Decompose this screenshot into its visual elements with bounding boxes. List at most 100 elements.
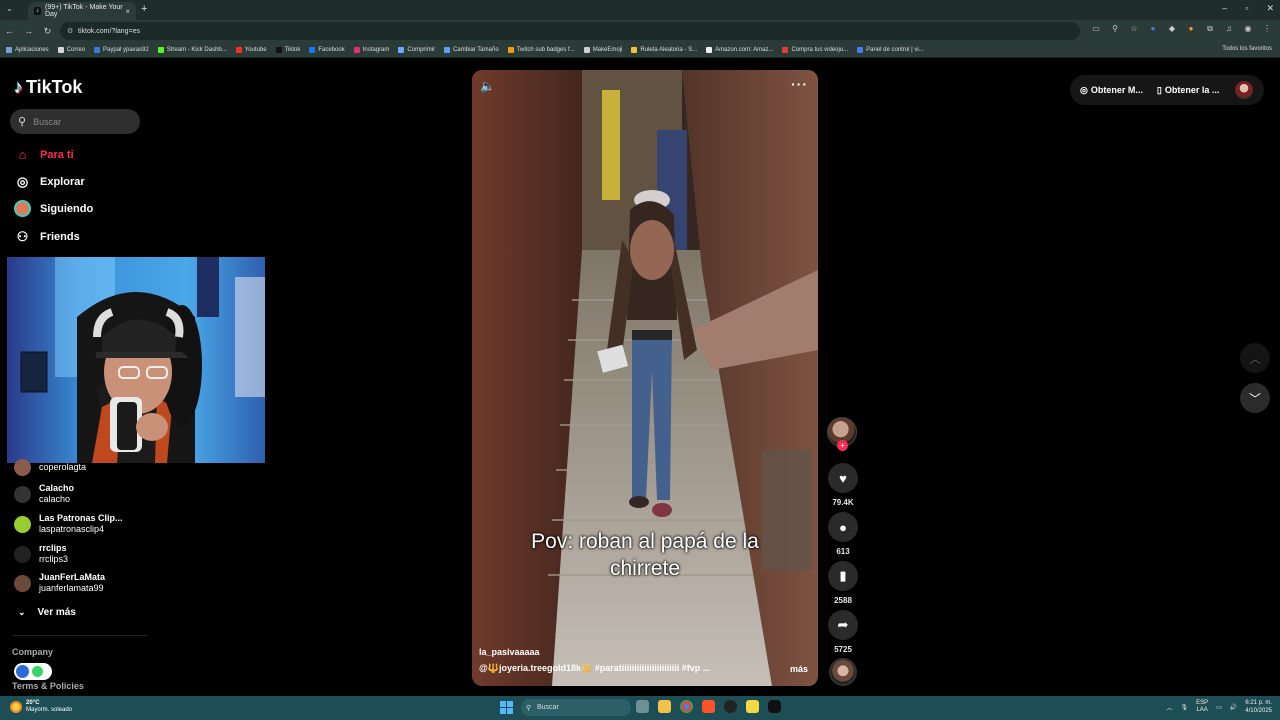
volume-tray-icon[interactable]: 🔊 — [1230, 704, 1237, 711]
comment-action[interactable]: ● 613 — [827, 512, 859, 556]
extensions-icon[interactable]: ⧉ — [1205, 24, 1215, 34]
bookmark-label: Compra tus videoju... — [791, 46, 849, 53]
app-icon[interactable] — [724, 700, 737, 713]
bookmark-star-icon[interactable]: ☆ — [1129, 24, 1139, 34]
task-view-icon[interactable] — [636, 700, 649, 713]
get-app-button[interactable]: ◎ Obtener M... — [1080, 85, 1143, 96]
new-tab-icon[interactable]: + — [141, 3, 147, 15]
share-action[interactable]: ➦ 5725 — [827, 610, 859, 654]
following-item[interactable]: JuanFerLaMata juanferlamata99 — [14, 572, 105, 594]
bookmark-item[interactable]: Correo — [57, 46, 85, 53]
address-bar[interactable]: ⚙ tiktok.com/?lang=es — [60, 22, 1080, 40]
tiktok-logo[interactable]: ♪ TikTok — [14, 77, 82, 98]
bookmark-item[interactable]: Panel de control | vi... — [857, 46, 924, 53]
get-mobile-app-button[interactable]: ▯ Obtener la ... — [1157, 85, 1219, 96]
close-tab-icon[interactable]: × — [125, 7, 130, 16]
forward-icon[interactable]: → — [19, 26, 38, 36]
cast-icon[interactable]: ▭ — [1091, 24, 1101, 34]
taskbar-search-input[interactable]: ⚲ Buscar — [521, 699, 631, 716]
browser-tab-tiktok[interactable]: ♪ (99+) TikTok - Make Your Day × — [28, 2, 136, 20]
extension-3-icon[interactable]: ● — [1186, 24, 1196, 34]
all-bookmarks-button[interactable]: Todos los favoritos — [1222, 46, 1272, 52]
video-player[interactable]: 🔈 ··· Pov: roban al papá de la chirrete … — [472, 70, 818, 686]
friends-icon: ⚇ — [16, 228, 29, 244]
bookmark-item[interactable]: Aplicaciones — [6, 46, 49, 53]
following-item[interactable]: rrclips rrclips3 — [14, 543, 68, 565]
description-tags[interactable]: #paratiiiiiiiiiiiiiiiiiiiiiii #fvp ... — [595, 663, 711, 673]
clock-date: 4/10/2025 — [1245, 708, 1272, 714]
chrome-icon[interactable] — [680, 700, 693, 713]
tiktok-favicon-icon: ♪ — [34, 7, 41, 15]
video-author[interactable]: la_pasivaaaaa — [479, 647, 540, 657]
weather-widget[interactable]: 20°C Mayorm. soleado — [10, 700, 72, 714]
more-options-icon[interactable]: ··· — [791, 76, 808, 92]
reload-icon[interactable]: ↻ — [38, 26, 57, 37]
bookmark-item[interactable]: MakeEmoji — [583, 46, 622, 53]
floating-widget[interactable] — [14, 663, 52, 680]
bookmark-item[interactable]: Amazon.com: Amaz... — [706, 46, 773, 53]
display-icon[interactable]: ▭ — [1216, 704, 1222, 711]
extension-2-icon[interactable]: ◆ — [1167, 24, 1177, 34]
close-window-icon[interactable]: ✕ — [1266, 3, 1274, 14]
description-mention[interactable]: @🔱joyeria.treegold18k🔱 — [479, 663, 592, 673]
bookmark-label: Paypal ypavas92 — [103, 46, 149, 53]
bookmark-item[interactable]: Stream - Kick Dashb... — [157, 46, 227, 53]
sticky-notes-icon[interactable] — [746, 700, 759, 713]
more-text-button[interactable]: más — [790, 664, 808, 674]
comment-icon[interactable]: ● — [828, 512, 858, 542]
language-indicator[interactable]: ESP LAA — [1196, 700, 1208, 714]
bookmark-item[interactable]: Youtube — [235, 46, 267, 53]
ver-mas-button[interactable]: ⌄ Ver más — [18, 607, 76, 618]
share-icon[interactable]: ➦ — [828, 610, 858, 640]
nav-item-siguiendo[interactable]: Siguiendo — [14, 200, 93, 217]
profile-icon[interactable]: ◉ — [1243, 24, 1253, 34]
nav-item-friends[interactable]: ⚇ Friends — [14, 228, 80, 245]
bookmark-item[interactable]: Ruleta Aleatoria - S... — [631, 46, 697, 53]
following-item[interactable]: Las Patronas Clip... laspatronasclip4 — [14, 513, 123, 535]
file-explorer-icon[interactable] — [658, 700, 671, 713]
follow-plus-icon[interactable]: + — [837, 440, 848, 451]
creator-avatar[interactable]: + — [827, 417, 857, 451]
bookmark-item[interactable]: Compra tus videoju... — [782, 46, 849, 53]
mic-icon[interactable]: 🎙 — [1181, 704, 1189, 711]
bookmark-item[interactable]: Comprimir — [398, 46, 435, 53]
maximize-icon[interactable]: ▫ — [1245, 3, 1248, 14]
tiktok-taskbar-icon[interactable] — [768, 700, 781, 713]
extension-1-icon[interactable]: ● — [1148, 24, 1158, 34]
bookmark-item[interactable]: Tiktok — [275, 46, 300, 53]
following-item[interactable]: Calacho calacho — [14, 483, 74, 505]
tab-search-icon[interactable]: ⌄ — [6, 4, 13, 13]
bookmark-icon[interactable]: ▮ — [828, 561, 858, 591]
search-input[interactable]: ⚲ Buscar — [10, 109, 140, 134]
menu-icon[interactable]: ⋮ — [1262, 24, 1272, 34]
nav-item-para-ti[interactable]: ⌂ Para ti — [14, 146, 74, 163]
media-icon[interactable]: ♫ — [1224, 24, 1234, 34]
volume-icon[interactable]: 🔈 — [480, 79, 495, 93]
tray-chevron-icon[interactable]: ︿ — [1166, 703, 1172, 712]
windows-start-icon[interactable] — [500, 701, 513, 714]
heart-icon[interactable]: ♥ — [828, 463, 858, 493]
minimize-icon[interactable]: – — [1222, 3, 1227, 14]
bookmark-item[interactable]: Instagram — [353, 46, 389, 53]
profile-avatar[interactable] — [1235, 81, 1253, 99]
site-info-icon[interactable]: ⚙ — [67, 27, 73, 35]
like-action[interactable]: ♥ 79.4K — [827, 463, 859, 507]
bookmark-item[interactable]: Cambiar Tamaño — [444, 46, 499, 53]
save-action[interactable]: ▮ 2588 — [827, 561, 859, 605]
zoom-icon[interactable]: ⚲ — [1110, 24, 1120, 34]
following-item[interactable]: coperolagta — [14, 459, 86, 476]
brave-icon[interactable] — [702, 700, 715, 713]
nav-item-explorar[interactable]: ◎ Explorar — [14, 173, 85, 190]
next-video-button[interactable]: ﹀ — [1240, 383, 1270, 413]
company-link[interactable]: Company — [12, 647, 53, 657]
bookmark-label: Youtube — [244, 46, 267, 53]
bookmark-item[interactable]: Facebook — [309, 46, 345, 53]
back-icon[interactable]: ← — [0, 26, 19, 36]
bookmark-item[interactable]: Twitch sub badges f... — [507, 46, 575, 53]
bookmark-item[interactable]: Paypal ypavas92 — [94, 46, 149, 53]
terms-link[interactable]: Terms & Policies — [12, 681, 84, 691]
keyboard-code: LAA — [1196, 707, 1208, 713]
music-disc-avatar[interactable] — [829, 658, 857, 686]
clock[interactable]: 6:21 p. m. 4/10/2025 — [1245, 699, 1272, 715]
previous-video-button[interactable]: ︿ — [1240, 343, 1270, 373]
